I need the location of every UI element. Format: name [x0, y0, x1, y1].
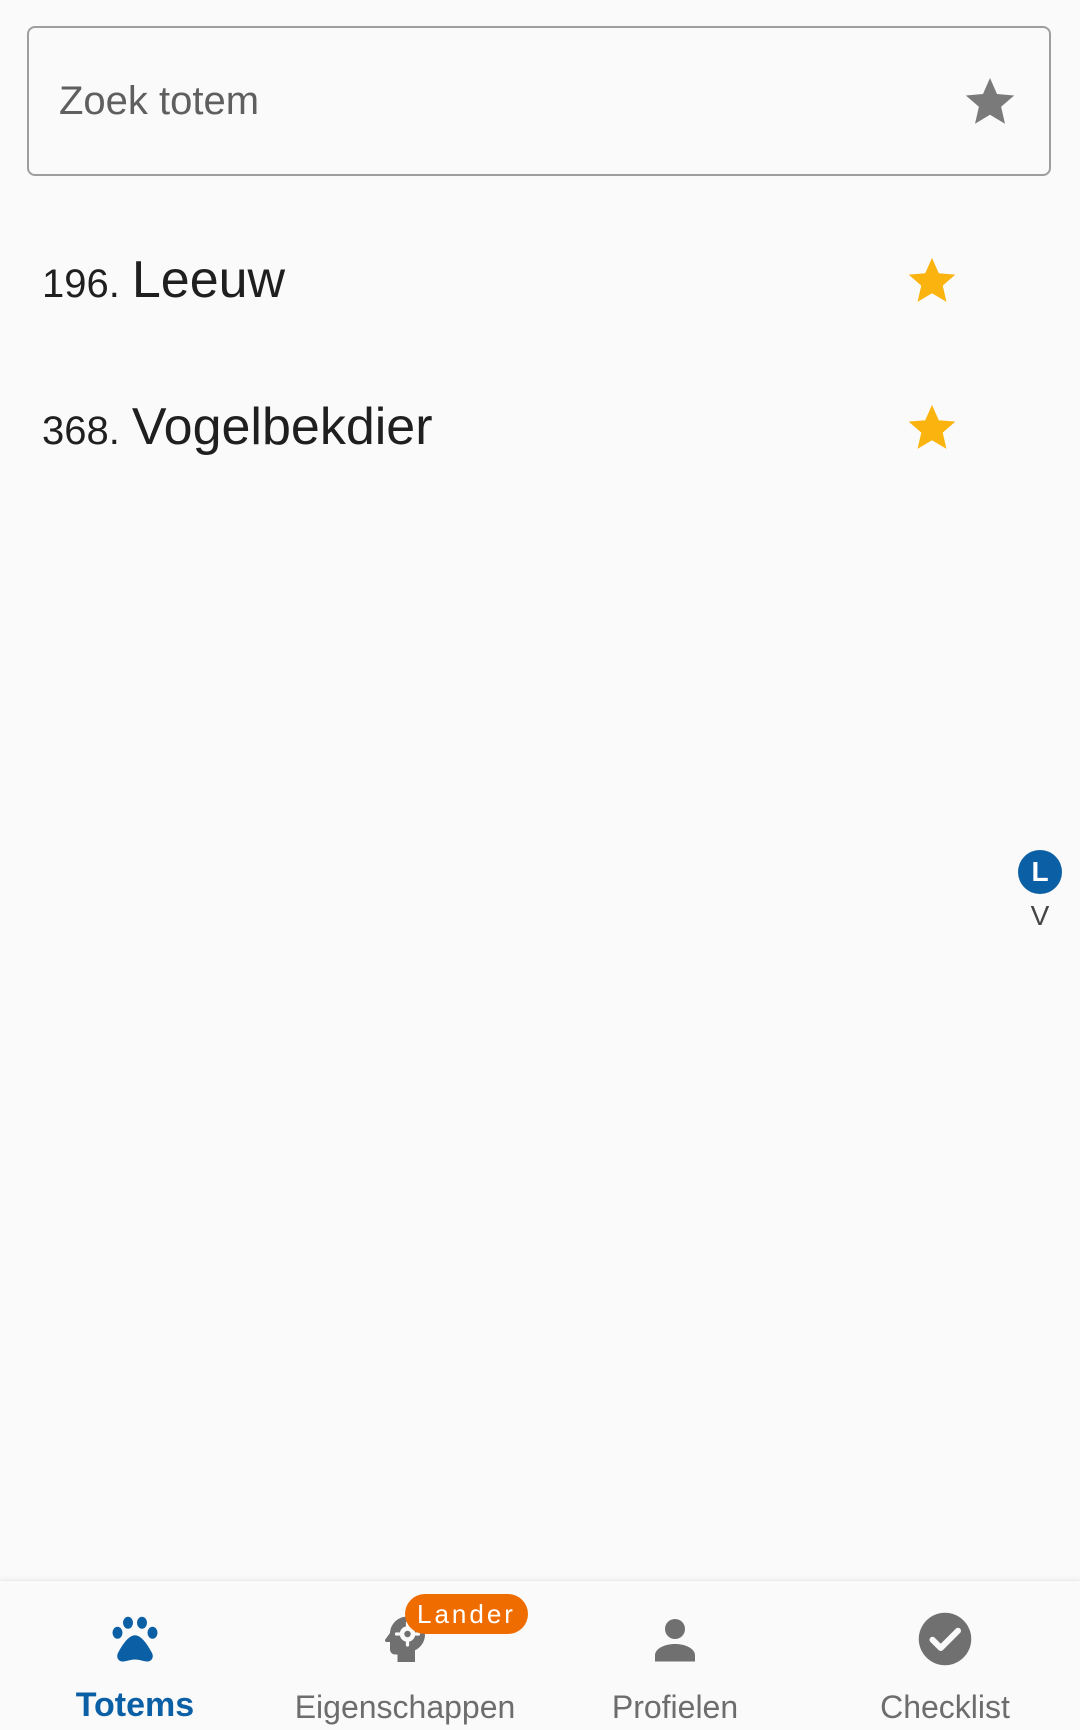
totem-name: Leeuw: [131, 251, 286, 309]
totem-name: Vogelbekdier: [131, 398, 433, 456]
favorite-star-icon[interactable]: [904, 399, 960, 455]
search-input[interactable]: [59, 28, 959, 174]
list-item[interactable]: 368. Vogelbekdier: [42, 377, 972, 477]
app-screen: 196. Leeuw 368. Vogelbekdier L V: [0, 0, 1080, 1730]
nav-label: Totems: [75, 1686, 195, 1724]
search-field[interactable]: [27, 26, 1051, 176]
star-icon[interactable]: [961, 72, 1019, 130]
nav-profielen[interactable]: Profielen: [540, 1581, 810, 1730]
nav-totems[interactable]: Totems: [0, 1581, 270, 1730]
nav-checklist[interactable]: Checklist: [810, 1581, 1080, 1730]
alphabet-index-active[interactable]: L: [1018, 850, 1062, 894]
profile-badge: Lander: [405, 1594, 528, 1634]
nav-label: Checklist: [880, 1689, 1010, 1725]
alphabet-index-letter[interactable]: V: [1031, 900, 1050, 932]
bottom-navigation: Totems Eigenschappen Profielen Lander Ch…: [0, 1580, 1080, 1730]
favorite-star-icon[interactable]: [904, 252, 960, 308]
nav-label: Eigenschappen: [294, 1689, 516, 1725]
alphabet-index[interactable]: L V: [1018, 850, 1062, 932]
person-icon: [655, 1619, 695, 1662]
totem-number: 196.: [42, 261, 120, 306]
nav-label: Profielen: [611, 1689, 739, 1725]
totem-number: 368.: [42, 408, 120, 453]
paw-icon: [112, 1616, 158, 1662]
check-circle-icon: [918, 1612, 972, 1666]
list-item[interactable]: 196. Leeuw: [42, 230, 972, 330]
